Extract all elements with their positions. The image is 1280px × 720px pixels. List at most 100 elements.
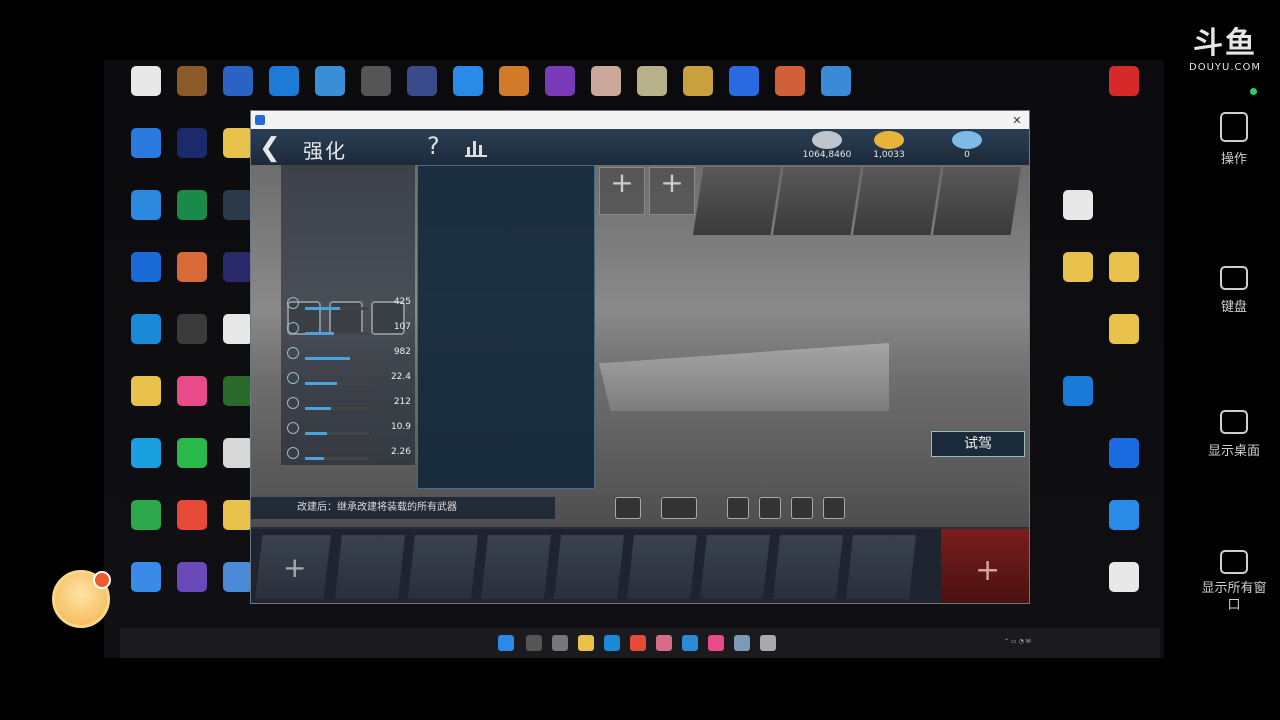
stat-row: 212 <box>285 393 413 415</box>
stat-bar <box>305 307 369 310</box>
stat-bar-fill <box>305 307 341 310</box>
add-slot[interactable]: + <box>649 167 695 215</box>
resource-diamond[interactable]: 0 <box>937 131 997 160</box>
stat-bar <box>305 357 369 360</box>
equipment-cell[interactable] <box>481 535 551 599</box>
app-icon[interactable] <box>656 635 672 651</box>
equipment-cell[interactable] <box>408 535 478 599</box>
desktop-icon[interactable] <box>1096 314 1152 372</box>
ship-model <box>599 343 889 411</box>
all-windows-icon <box>1220 550 1248 574</box>
tool-button[interactable] <box>791 497 813 519</box>
view-toggle-button[interactable] <box>661 497 697 519</box>
task-view-icon[interactable] <box>552 635 568 651</box>
stat-icon <box>287 447 299 459</box>
stat-bar-fill <box>305 357 350 360</box>
stat-bar-fill <box>305 432 328 435</box>
trial-button[interactable]: 试驾 <box>931 431 1025 457</box>
game-topbar: ❮ 强化 ? 1064,8460 1,0033 0 <box>251 129 1029 165</box>
app-icon[interactable] <box>630 635 646 651</box>
stat-icon <box>287 397 299 409</box>
window-title-icon <box>255 115 265 125</box>
gold-coin-icon <box>874 131 904 149</box>
tool-button[interactable] <box>823 497 845 519</box>
keyboard-button[interactable]: 键盘 <box>1196 266 1272 315</box>
show-desktop-icon <box>1220 410 1248 434</box>
diamond-icon <box>952 131 982 149</box>
stat-value: 2.26 <box>390 447 411 457</box>
page-title: 强化 <box>303 139 347 163</box>
part-tab[interactable] <box>693 167 781 235</box>
add-equipment-slot[interactable]: + <box>255 535 331 599</box>
search-icon[interactable] <box>526 635 542 651</box>
all-windows-label: 显示所有窗口 <box>1201 581 1267 613</box>
stat-value: 212 <box>393 397 411 407</box>
stat-icon <box>287 347 299 359</box>
stat-icon <box>287 322 299 334</box>
description-text <box>423 170 589 450</box>
douyu-logo-text: 斗鱼 <box>1193 26 1257 61</box>
stat-row: 2.26 <box>285 443 413 465</box>
equipment-cell[interactable] <box>846 535 916 599</box>
stat-bar-fill <box>305 382 337 385</box>
start-button[interactable] <box>498 635 514 651</box>
stat-value: 10.9 <box>390 422 411 432</box>
stat-row: 425 <box>285 293 413 315</box>
keyboard-label: 键盘 <box>1220 300 1247 315</box>
douyu-logo-url: DOUYU.COM <box>1189 62 1261 73</box>
status-dot <box>1250 88 1257 95</box>
desktop-icon[interactable] <box>1096 252 1152 310</box>
equipment-cell[interactable] <box>335 535 405 599</box>
equipment-cell[interactable] <box>554 535 624 599</box>
edge-icon[interactable] <box>604 635 620 651</box>
stat-bar-fill <box>305 407 331 410</box>
stats-icon[interactable] <box>465 137 487 157</box>
keyboard-icon <box>1220 266 1248 290</box>
resource-value: 1,0033 <box>873 150 905 160</box>
help-button[interactable]: ? <box>427 132 440 160</box>
stat-icon <box>287 372 299 384</box>
show-desktop-button[interactable]: 显示桌面 <box>1196 410 1272 459</box>
equipment-cell[interactable] <box>700 535 770 599</box>
app-icon[interactable] <box>682 635 698 651</box>
stat-row: 10.9 <box>285 418 413 440</box>
resource-gold[interactable]: 1,0033 <box>859 131 919 160</box>
resource-silver[interactable]: 1064,8460 <box>797 131 857 160</box>
stat-bar-fill <box>305 457 325 460</box>
skill-description-panel <box>417 165 595 489</box>
taskbar: ⌃ ▭ ◔ ✉ <box>120 628 1160 658</box>
game-window: ✕ ❮ 强化 ? 1064,8460 1,0033 0 + + 试驾 改建后：继… <box>250 110 1030 604</box>
operation-button[interactable]: 操作 <box>1196 112 1272 167</box>
camera-button[interactable] <box>615 497 641 519</box>
desktop-icon[interactable] <box>1050 190 1106 248</box>
part-tab[interactable] <box>933 167 1021 235</box>
desktop-icon[interactable] <box>1096 500 1152 558</box>
system-tray[interactable]: ⌃ ▭ ◔ ✉ <box>1004 638 1031 645</box>
douyu-logo: 斗鱼 DOUYU.COM <box>1180 18 1270 73</box>
back-button[interactable]: ❮ <box>259 133 281 163</box>
equipment-cell[interactable] <box>773 535 843 599</box>
special-slot[interactable]: + <box>941 529 1029 603</box>
desktop-icon[interactable] <box>1096 562 1152 620</box>
window-close-button[interactable]: ✕ <box>1005 114 1029 127</box>
stat-bar <box>305 332 369 335</box>
desktop-icon[interactable] <box>1050 376 1106 434</box>
add-slot[interactable]: + <box>599 167 645 215</box>
stat-value: 425 <box>393 297 411 307</box>
notification-dot <box>93 571 111 589</box>
app-icon[interactable] <box>708 635 724 651</box>
part-tab[interactable] <box>853 167 941 235</box>
floating-assistant-avatar[interactable] <box>52 570 111 628</box>
desktop-icon[interactable] <box>1096 66 1152 124</box>
part-tab[interactable] <box>773 167 861 235</box>
tool-button[interactable] <box>759 497 781 519</box>
app-icon[interactable] <box>760 635 776 651</box>
file-explorer-icon[interactable] <box>578 635 594 651</box>
desktop-icon[interactable] <box>1096 438 1152 496</box>
stat-row: 107 <box>285 318 413 340</box>
tool-button[interactable] <box>727 497 749 519</box>
equipment-cell[interactable] <box>627 535 697 599</box>
equipment-strip: + + <box>251 529 1029 603</box>
all-windows-button[interactable]: 显示所有窗口 <box>1196 550 1272 614</box>
app-icon[interactable] <box>734 635 750 651</box>
